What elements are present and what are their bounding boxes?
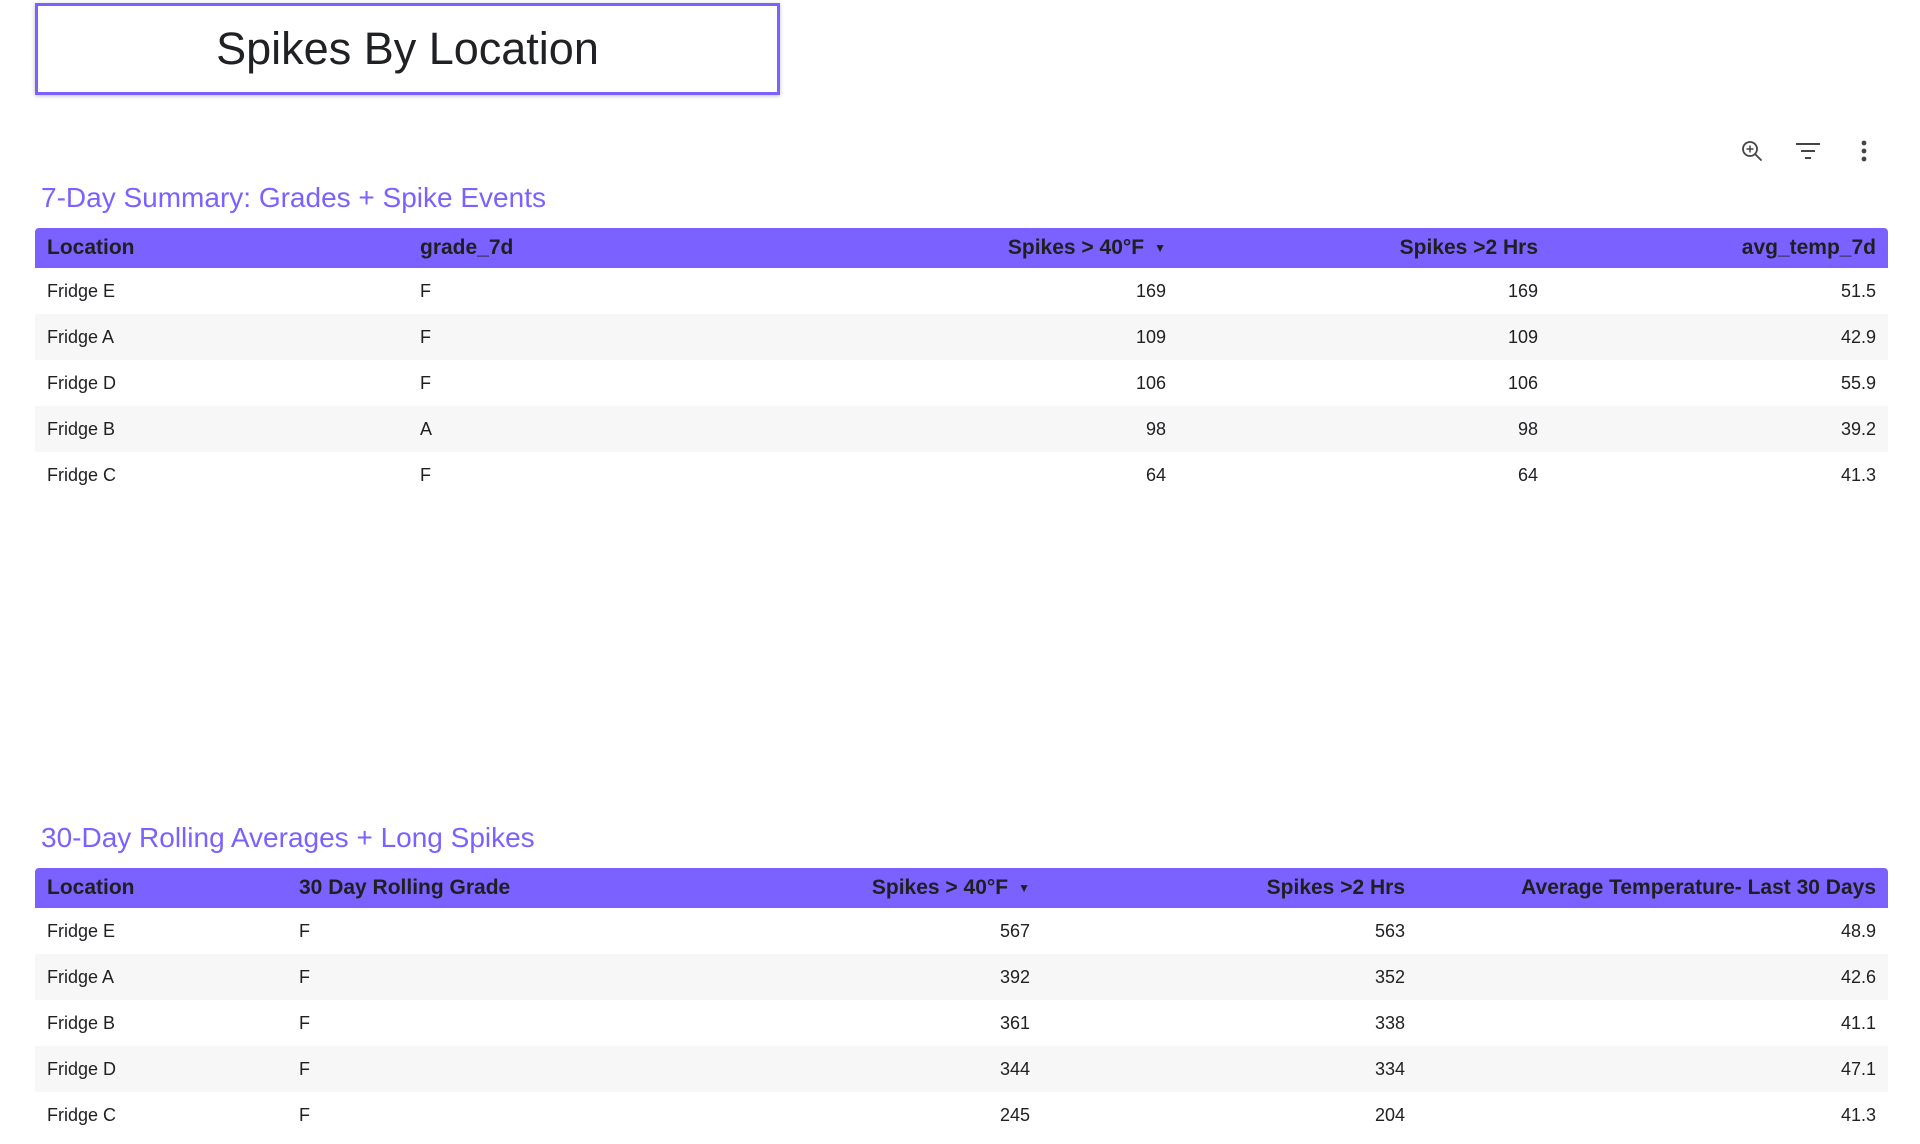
cell-spikes-2hrs: 64 — [1517, 464, 1538, 485]
zoom-icon[interactable] — [1734, 133, 1770, 169]
cell-spikes-40f: 361 — [999, 1012, 1030, 1033]
cell-spikes-40f: 109 — [1135, 326, 1166, 347]
cell-spikes-2hrs: 98 — [1517, 418, 1538, 439]
column-header-avg-temp-7d[interactable]: avg_temp_7d — [1550, 228, 1888, 268]
cell-spikes-2hrs: 169 — [1507, 280, 1538, 301]
table-row: Fridge C F 64 64 41.3 — [35, 452, 1888, 498]
cell-grade: F — [420, 372, 431, 393]
column-header-grade-7d[interactable]: grade_7d — [408, 228, 708, 268]
cell-avg-temp: 42.6 — [1840, 966, 1876, 987]
summary-7day-table: Location grade_7d Spikes > 40°F ▼ Spikes … — [35, 228, 1888, 498]
chart-toolbar — [1714, 133, 1882, 169]
cell-grade: F — [299, 966, 310, 987]
cell-location: Fridge B — [47, 418, 116, 439]
table-row: Fridge D F 344 334 47.1 — [35, 1046, 1888, 1092]
page-title: Spikes By Location — [216, 23, 599, 74]
cell-spikes-2hrs: 338 — [1374, 1012, 1405, 1033]
cell-avg-temp: 51.5 — [1840, 280, 1876, 301]
cell-spikes-40f: 245 — [999, 1104, 1030, 1125]
table-row: Fridge E F 567 563 48.9 — [35, 908, 1888, 954]
cell-grade: F — [420, 326, 431, 347]
cell-spikes-40f: 567 — [999, 920, 1030, 941]
cell-grade: F — [420, 464, 431, 485]
page-title-box: Spikes By Location — [35, 3, 780, 95]
cell-spikes-2hrs: 109 — [1507, 326, 1538, 347]
column-header-rolling-grade[interactable]: 30 Day Rolling Grade — [287, 868, 587, 908]
table-row: Fridge D F 106 106 55.9 — [35, 360, 1888, 406]
cell-avg-temp: 47.1 — [1840, 1058, 1876, 1079]
cell-location: Fridge E — [47, 920, 116, 941]
cell-grade: F — [299, 920, 310, 941]
table-row: Fridge E F 169 169 51.5 — [35, 268, 1888, 314]
cell-avg-temp: 39.2 — [1840, 418, 1876, 439]
cell-location: Fridge D — [47, 1058, 117, 1079]
sort-descending-icon[interactable]: ▼ — [1154, 241, 1166, 255]
column-header-avg-temp-30d[interactable]: Average Temperature- Last 30 Days — [1417, 868, 1888, 908]
cell-location: Fridge B — [47, 1012, 116, 1033]
cell-grade: F — [299, 1058, 310, 1079]
cell-grade: A — [420, 418, 433, 439]
cell-spikes-2hrs: 352 — [1374, 966, 1405, 987]
cell-spikes-2hrs: 204 — [1374, 1104, 1405, 1125]
cell-grade: F — [299, 1012, 310, 1033]
column-header-spikes-40f[interactable]: Spikes > 40°F ▼ — [587, 868, 1042, 908]
dashboard-page: Spikes By Location 7-Day Summary: Grades… — [0, 0, 1920, 1144]
sort-descending-icon[interactable]: ▼ — [1018, 881, 1030, 895]
cell-spikes-2hrs: 334 — [1374, 1058, 1405, 1079]
more-vert-icon[interactable] — [1846, 133, 1882, 169]
table-row: Fridge A F 392 352 42.6 — [35, 954, 1888, 1000]
cell-avg-temp: 41.3 — [1840, 1104, 1876, 1125]
cell-avg-temp: 41.3 — [1840, 464, 1876, 485]
cell-spikes-40f: 106 — [1135, 372, 1166, 393]
column-header-location[interactable]: Location — [35, 868, 287, 908]
rolling-30day-table: Location 30 Day Rolling Grade Spikes > 4… — [35, 868, 1888, 1138]
cell-avg-temp: 55.9 — [1840, 372, 1876, 393]
cell-location: Fridge C — [47, 464, 117, 485]
cell-location: Fridge E — [47, 280, 116, 301]
column-header-location[interactable]: Location — [35, 228, 408, 268]
cell-location: Fridge A — [47, 326, 115, 347]
cell-spikes-40f: 392 — [999, 966, 1030, 987]
cell-spikes-2hrs: 563 — [1374, 920, 1405, 941]
cell-avg-temp: 42.9 — [1840, 326, 1876, 347]
table1-title: 7-Day Summary: Grades + Spike Events — [41, 182, 546, 213]
cell-avg-temp: 48.9 — [1840, 920, 1876, 941]
cell-spikes-40f: 98 — [1145, 418, 1166, 439]
cell-spikes-40f: 169 — [1135, 280, 1166, 301]
cell-grade: F — [420, 280, 431, 301]
column-header-spikes-40f[interactable]: Spikes > 40°F ▼ — [708, 228, 1178, 268]
cell-spikes-40f: 64 — [1145, 464, 1166, 485]
table-row: Fridge B F 361 338 41.1 — [35, 1000, 1888, 1046]
cell-spikes-2hrs: 106 — [1507, 372, 1538, 393]
column-header-spikes-2hrs[interactable]: Spikes >2 Hrs — [1178, 228, 1550, 268]
table-row: Fridge C F 245 204 41.3 — [35, 1092, 1888, 1138]
table-header-row: Location grade_7d Spikes > 40°F ▼ Spikes … — [35, 228, 1888, 268]
cell-spikes-40f: 344 — [999, 1058, 1030, 1079]
table-row: Fridge B A 98 98 39.2 — [35, 406, 1888, 452]
column-header-spikes-2hrs[interactable]: Spikes >2 Hrs — [1042, 868, 1417, 908]
cell-avg-temp: 41.1 — [1840, 1012, 1876, 1033]
cell-grade: F — [299, 1104, 310, 1125]
filter-icon[interactable] — [1790, 133, 1826, 169]
table2-title: 30-Day Rolling Averages + Long Spikes — [41, 822, 535, 853]
cell-location: Fridge A — [47, 966, 115, 987]
table-row: Fridge A F 109 109 42.9 — [35, 314, 1888, 360]
cell-location: Fridge C — [47, 1104, 117, 1125]
cell-location: Fridge D — [47, 372, 117, 393]
table-header-row: Location 30 Day Rolling Grade Spikes > 4… — [35, 868, 1888, 908]
